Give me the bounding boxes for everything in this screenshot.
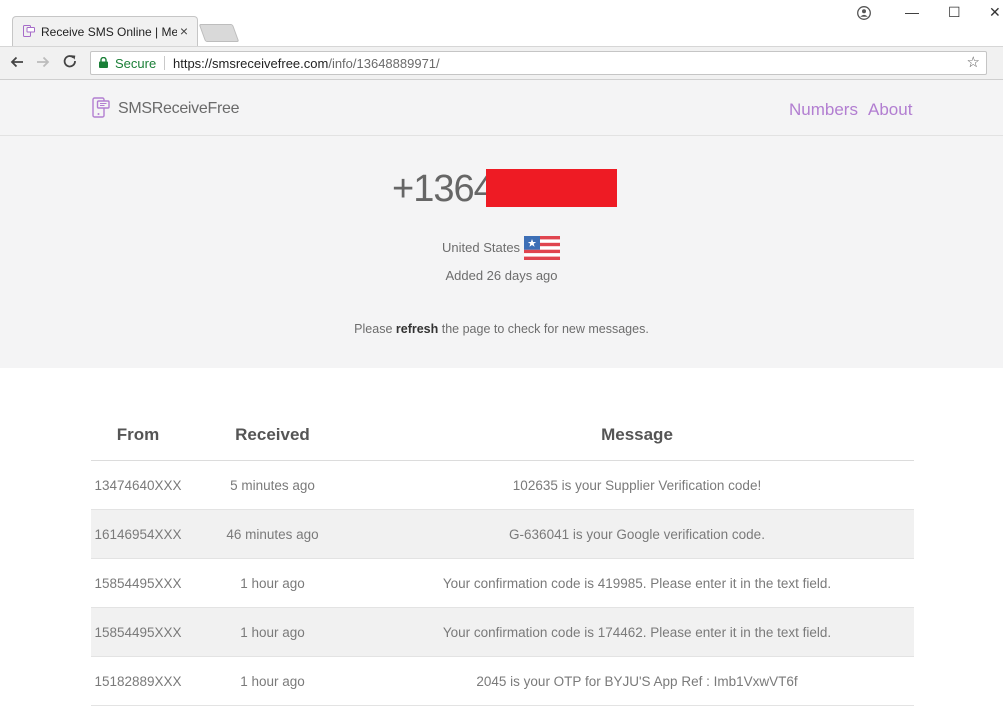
nav-numbers-link[interactable]: Numbers [789,100,858,120]
cell-from: 13474640XXX [91,460,185,510]
cell-message: Your confirmation code is 419985. Please… [360,558,914,608]
address-bar[interactable]: Secure https://smsreceivefree.com/info/1… [90,51,987,75]
messages-table: From Received Message 13474640XXX 5 minu… [91,410,914,706]
sms-favicon-icon [23,25,35,37]
cell-received: 1 hour ago [185,558,360,608]
logo-phone-icon[interactable] [92,97,110,119]
cell-received: 1 hour ago [185,607,360,657]
forward-icon[interactable] [34,53,52,71]
redaction-box [486,169,617,207]
cell-from: 15182889XXX [91,656,185,706]
back-icon[interactable] [8,53,26,71]
minimize-button[interactable]: — [905,4,919,20]
cell-received: 1 hour ago [185,656,360,706]
header-received: Received [185,410,360,461]
added-date: Added 26 days ago [445,268,558,283]
lock-icon [99,57,108,68]
table-row: 15854495XXX 1 hour ago Your confirmation… [91,607,914,657]
browser-toolbar: Secure https://smsreceivefree.com/info/1… [0,46,1003,80]
new-tab-button[interactable] [198,24,240,42]
cell-from: 16146954XXX [91,509,185,559]
cell-message: 102635 is your Supplier Verification cod… [360,460,914,510]
phone-number: +1364 [392,168,495,210]
url-text[interactable]: https://smsreceivefree.com/info/13648889… [173,56,440,71]
reload-icon[interactable] [61,53,79,71]
browser-titlebar: Receive SMS Online | Me × — ☐ ✕ [0,0,1003,46]
refresh-word: refresh [395,322,439,336]
table-row: 15182889XXX 1 hour ago 2045 is your OTP … [91,656,914,706]
cell-received: 5 minutes ago [185,460,360,510]
tab-close-icon[interactable]: × [180,23,188,39]
number-info-panel: +1364 United States Added 26 days ago Pl… [0,136,1003,368]
tab-title: Receive SMS Online | Me [41,25,177,39]
secure-label: Secure [115,56,157,71]
cell-message: G-636041 is your Google verification cod… [360,509,914,559]
site-logo-text[interactable]: SMSReceiveFree [118,100,239,118]
us-flag-icon [524,236,560,260]
cell-from: 15854495XXX [91,558,185,608]
maximize-button[interactable]: ☐ [948,4,961,21]
bookmark-star-icon[interactable]: ☆ [967,53,980,71]
nav-about-link[interactable]: About [868,100,912,120]
cell-message: Your confirmation code is 174462. Please… [360,607,914,657]
header-message: Message [360,410,914,461]
table-header-row: From Received Message [91,410,914,461]
browser-tab[interactable]: Receive SMS Online | Me × [12,16,198,46]
table-row: 16146954XXX 46 minutes ago G-636041 is y… [91,509,914,559]
cell-message: 2045 is your OTP for BYJU'S App Ref : Im… [360,656,914,706]
cell-from: 15854495XXX [91,607,185,657]
header-from: From [91,410,185,461]
refresh-note: Please refresh the page to check for new… [354,322,649,336]
close-window-button[interactable]: ✕ [989,4,1001,21]
country-name: United States [442,240,521,255]
cell-received: 46 minutes ago [185,509,360,559]
table-row: 13474640XXX 5 minutes ago 102635 is your… [91,460,914,510]
site-header: SMSReceiveFree Numbers About [0,80,1003,136]
omnibox-separator [164,56,165,70]
account-icon[interactable] [857,6,871,20]
table-row: 15854495XXX 1 hour ago Your confirmation… [91,558,914,608]
